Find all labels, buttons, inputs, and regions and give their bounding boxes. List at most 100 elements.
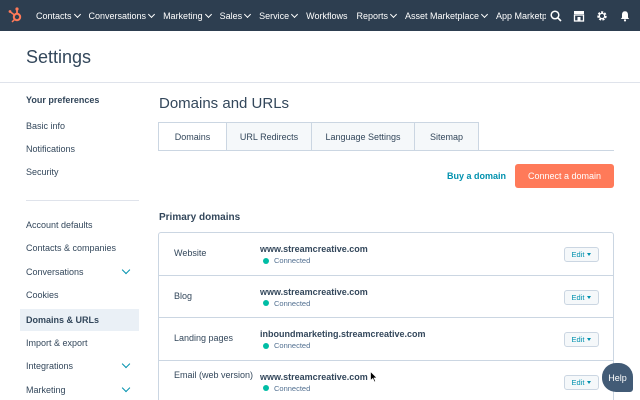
domain-name: www.streamcreative.com xyxy=(260,286,368,297)
nav-item-label: Marketing xyxy=(163,10,203,21)
edit-button[interactable]: Edit xyxy=(564,289,599,305)
edit-label: Edit xyxy=(571,292,585,302)
status-dot-icon xyxy=(263,385,269,391)
tab-domains[interactable]: Domains xyxy=(158,122,227,151)
chevron-down-icon[interactable] xyxy=(121,265,131,275)
status-text: Connected xyxy=(274,256,311,265)
connection-status: Connected xyxy=(263,384,310,393)
nav-item-label: Sales xyxy=(219,10,243,21)
settings-sidebar: Your preferences Basic info Notifications… xyxy=(0,84,140,400)
caret-down-icon xyxy=(587,295,592,299)
nav-menu: Contacts Conversations Marketing Sales Servi… xyxy=(36,0,546,31)
edit-label: Edit xyxy=(571,377,585,387)
sidebar-item-domains-urls[interactable]: Domains & URLs xyxy=(20,309,139,331)
table-row: Landing pages inboundmarketing.streamcrea… xyxy=(159,318,613,361)
primary-domains-heading: Primary domains xyxy=(159,212,241,223)
sidebar-item-import-export[interactable]: Import & export xyxy=(20,332,139,354)
help-button[interactable]: Help xyxy=(602,363,633,392)
nav-icons xyxy=(540,0,632,31)
page-header: Settings xyxy=(0,31,640,83)
status-dot-icon xyxy=(263,257,269,264)
sidebar-item-label: Conversations xyxy=(26,267,84,277)
edit-button[interactable]: Edit xyxy=(564,374,599,390)
nav-item-workflows[interactable]: Workflows xyxy=(306,11,347,21)
nav-item-contacts[interactable]: Contacts xyxy=(36,10,81,21)
status-dot-icon xyxy=(263,300,269,306)
sidebar-item-basic-info[interactable]: Basic info xyxy=(20,115,139,137)
table-row: Blog www.streamcreative.com Connected Edit xyxy=(159,276,613,318)
tab-url-redirects[interactable]: URL Redirects xyxy=(226,122,312,151)
chevron-down-icon[interactable] xyxy=(121,359,131,369)
connect-domain-button[interactable]: Connect a domain xyxy=(515,164,614,188)
nav-item-conversations[interactable]: Conversations xyxy=(89,10,156,21)
edit-button[interactable]: Edit xyxy=(564,332,599,347)
chevron-down-icon xyxy=(204,10,212,18)
sidebar-item-integrations[interactable]: Integrations xyxy=(20,355,139,377)
sidebar-item-label: Cookies xyxy=(26,290,59,300)
chevron-down-icon xyxy=(291,10,299,18)
gear-icon[interactable] xyxy=(595,9,609,23)
nav-item-label: Workflows xyxy=(306,10,348,21)
edit-label: Edit xyxy=(571,250,585,259)
nav-item-service[interactable]: Service xyxy=(259,10,299,21)
sidebar-item-conversations[interactable]: Conversations xyxy=(20,261,139,283)
buy-domain-link[interactable]: Buy a domain xyxy=(447,171,506,181)
chevron-down-icon xyxy=(148,10,156,18)
domain-name: www.streamcreative.com xyxy=(260,371,368,382)
nav-item-label: Asset Marketplace xyxy=(404,10,479,21)
nav-item-app-marketplace[interactable]: App Marketplace xyxy=(496,11,546,21)
nav-item-sales[interactable]: Sales xyxy=(219,10,252,21)
connection-status: Connected xyxy=(263,299,310,308)
tab-label: Language Settings xyxy=(325,131,401,142)
connection-status: Connected xyxy=(263,341,310,350)
domain-type-label: Blog xyxy=(174,290,193,301)
sidebar-item-label: Contacts & companies xyxy=(26,243,117,253)
domain-name: www.streamcreative.com xyxy=(260,244,368,254)
tab-language-settings[interactable]: Language Settings xyxy=(311,122,415,151)
chevron-down-icon xyxy=(480,10,489,18)
status-text: Connected xyxy=(274,341,311,350)
sidebar-item-cookies[interactable]: Cookies xyxy=(20,284,139,306)
caret-down-icon xyxy=(587,338,592,341)
nav-item-asset-marketplace[interactable]: Asset Marketplace xyxy=(404,10,489,21)
domain-name: inboundmarketing.streamcreative.com xyxy=(260,329,426,339)
chevron-down-icon xyxy=(244,10,252,18)
mouse-cursor-icon xyxy=(370,370,378,388)
table-row: Website www.streamcreative.com Connected Ed… xyxy=(159,233,613,276)
primary-domains-table: Website www.streamcreative.com Connected Ed… xyxy=(158,232,614,400)
sidebar-item-label: Notifications xyxy=(26,144,76,154)
sidebar-item-marketing[interactable]: Marketing xyxy=(20,379,139,400)
sidebar-item-notifications[interactable]: Notifications xyxy=(20,138,139,160)
chevron-down-icon[interactable] xyxy=(121,383,131,393)
tab-sitemap[interactable]: Sitemap xyxy=(414,122,479,151)
status-text: Connected xyxy=(274,298,311,308)
page-title: Settings xyxy=(26,47,92,67)
caret-down-icon xyxy=(587,380,592,384)
tab-bar: Domains URL Redirects Language Settings Sit… xyxy=(158,122,479,151)
section-heading: Domains and URLs xyxy=(159,95,290,112)
sidebar-item-label: Marketing xyxy=(26,385,66,395)
nav-item-label: Contacts xyxy=(36,10,72,21)
sidebar-divider xyxy=(26,200,139,201)
bell-icon[interactable] xyxy=(618,9,632,23)
connection-status: Connected xyxy=(263,256,310,265)
sidebar-item-account-defaults[interactable]: Account defaults xyxy=(20,214,139,236)
nav-item-label: App Marketplace xyxy=(496,10,546,21)
nav-item-label: Service xyxy=(259,10,290,21)
search-icon[interactable] xyxy=(549,9,563,23)
sidebar-item-contacts-companies[interactable]: Contacts & companies xyxy=(20,237,139,259)
marketplace-icon[interactable] xyxy=(572,9,586,23)
status-text: Connected xyxy=(274,383,311,393)
nav-item-reports[interactable]: Reports xyxy=(356,10,398,21)
nav-item-marketing[interactable]: Marketing xyxy=(163,10,212,21)
hubspot-sprocket-icon[interactable] xyxy=(7,7,24,24)
edit-label: Edit xyxy=(571,335,585,344)
edit-button[interactable]: Edit xyxy=(564,247,599,262)
sidebar-item-label: Basic info xyxy=(26,121,66,131)
chevron-down-icon xyxy=(73,10,81,18)
sidebar-item-security[interactable]: Security xyxy=(20,161,139,183)
status-dot-icon xyxy=(263,342,269,349)
tab-label: URL Redirects xyxy=(239,131,299,142)
sidebar-item-label: Account defaults xyxy=(26,220,93,230)
top-navigation: Contacts Conversations Marketing Sales Servi… xyxy=(0,0,640,31)
